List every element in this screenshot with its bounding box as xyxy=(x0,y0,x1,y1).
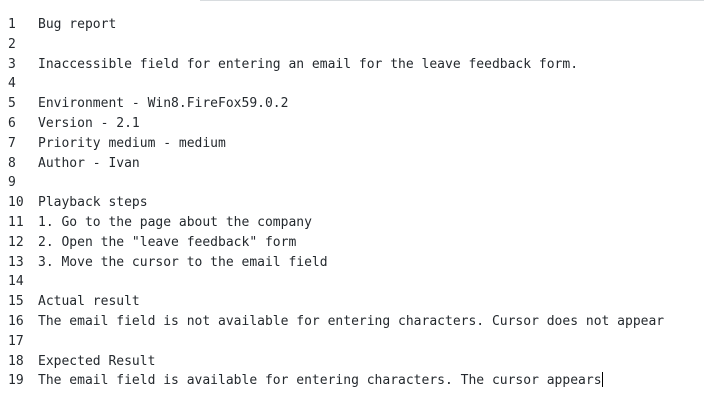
editor-line[interactable]: 7 Priority medium - medium xyxy=(0,134,704,154)
line-text[interactable]: 2. Open the "leave feedback" form xyxy=(30,233,296,253)
line-number: 16 xyxy=(8,313,24,329)
line-text[interactable]: Author - Ivan xyxy=(30,154,140,174)
editor-line[interactable]: 18 Expected Result xyxy=(0,352,704,372)
line-text[interactable]: Expected Result xyxy=(30,352,155,372)
line-number: 7 xyxy=(8,135,16,151)
line-number: 19 xyxy=(8,373,24,389)
text-cursor xyxy=(601,372,603,388)
line-number: 3 xyxy=(8,56,16,72)
line-number: 4 xyxy=(8,76,16,92)
line-text[interactable]: Priority medium - medium xyxy=(30,134,226,154)
line-number: 11 xyxy=(8,214,24,230)
line-text[interactable]: 1. Go to the page about the company xyxy=(30,213,312,233)
line-number: 5 xyxy=(8,96,16,112)
editor-line[interactable]: 9 xyxy=(0,173,704,193)
text-editor[interactable]: 1 Bug report 2 3 Inaccessible field for en… xyxy=(0,15,704,391)
line-text[interactable] xyxy=(30,74,38,94)
editor-line[interactable]: 14 xyxy=(0,272,704,292)
line-number: 6 xyxy=(8,115,16,131)
line-number: 10 xyxy=(8,195,24,211)
line-number: 18 xyxy=(8,353,24,369)
line-number: 8 xyxy=(8,155,16,171)
line-text[interactable]: The email field is available for enterin… xyxy=(30,371,603,391)
editor-line[interactable]: 1 Bug report xyxy=(0,15,704,35)
editor-line[interactable]: 19 The email field is available for enter… xyxy=(0,371,704,391)
line-number: 14 xyxy=(8,274,24,290)
editor-line[interactable]: 13 3. Move the cursor to the email field xyxy=(0,253,704,273)
line-number: 17 xyxy=(8,333,24,349)
line-text[interactable]: Playback steps xyxy=(30,193,148,213)
line-text[interactable] xyxy=(30,272,38,292)
top-border xyxy=(200,0,704,3)
editor-line[interactable]: 17 xyxy=(0,332,704,352)
editor-line[interactable]: 3 Inaccessible field for entering an emai… xyxy=(0,55,704,75)
line-text[interactable] xyxy=(30,35,38,55)
line-text[interactable]: The email field is not available for ent… xyxy=(30,312,664,332)
line-text[interactable]: 3. Move the cursor to the email field xyxy=(30,253,328,273)
line-text[interactable] xyxy=(30,173,38,193)
editor-line[interactable]: 2 xyxy=(0,35,704,55)
editor-line[interactable]: 5 Environment - Win8.FireFox59.0.2 xyxy=(0,94,704,114)
editor-line[interactable]: 8 Author - Ivan xyxy=(0,154,704,174)
line-text[interactable]: Version - 2.1 xyxy=(30,114,140,134)
line-number: 13 xyxy=(8,254,24,270)
editor-line[interactable]: 12 2. Open the "leave feedback" form xyxy=(0,233,704,253)
editor-line[interactable]: 15 Actual result xyxy=(0,292,704,312)
line-number: 12 xyxy=(8,234,24,250)
line-number: 15 xyxy=(8,294,24,310)
line-text[interactable] xyxy=(30,332,38,352)
editor-line[interactable]: 4 xyxy=(0,74,704,94)
editor-line[interactable]: 6 Version - 2.1 xyxy=(0,114,704,134)
editor-line[interactable]: 10 Playback steps xyxy=(0,193,704,213)
line-text[interactable]: Inaccessible field for entering an email… xyxy=(30,55,578,75)
line-text[interactable]: Actual result xyxy=(30,292,140,312)
line-text[interactable]: Bug report xyxy=(30,15,116,35)
line-text[interactable]: Environment - Win8.FireFox59.0.2 xyxy=(30,94,288,114)
editor-line[interactable]: 11 1. Go to the page about the company xyxy=(0,213,704,233)
line-number: 9 xyxy=(8,175,16,191)
line-text-content: The email field is available for enterin… xyxy=(38,373,602,389)
line-number: 2 xyxy=(8,36,16,52)
line-number: 1 xyxy=(8,17,16,32)
editor-line[interactable]: 16 The email field is not available for e… xyxy=(0,312,704,332)
